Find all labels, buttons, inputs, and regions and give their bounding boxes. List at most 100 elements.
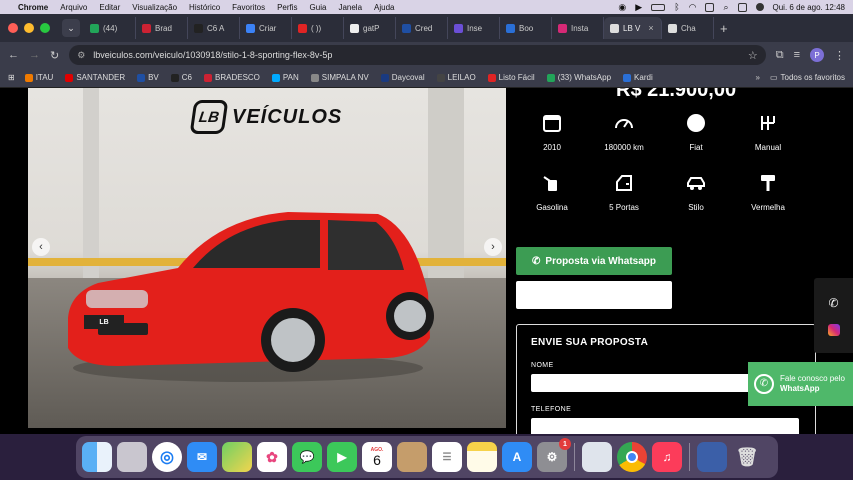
bookmark-item[interactable]: BRADESCO (204, 73, 260, 82)
whatsapp-chat-widget[interactable]: ✆ Fale conosco pelo WhatsApp (748, 362, 853, 406)
extensions-icon[interactable]: ⧉ (776, 49, 784, 62)
bookmarks-overflow-button[interactable]: » (756, 73, 760, 82)
search-icon[interactable]: ⌕ (723, 2, 728, 13)
maps-icon[interactable] (222, 442, 252, 472)
prev-photo-button[interactable]: ‹ (32, 238, 50, 256)
browser-tab[interactable]: ( )) (292, 17, 344, 39)
system-settings-icon[interactable]: ⚙ 1 (537, 438, 571, 472)
menu-ajuda[interactable]: Ajuda (374, 3, 394, 12)
photos-icon[interactable]: ✿ (257, 442, 287, 472)
menu-arquivo[interactable]: Arquivo (60, 3, 87, 12)
menu-perfis[interactable]: Perfis (277, 3, 297, 12)
preview-icon[interactable] (582, 442, 612, 472)
browser-tab[interactable]: Cred (396, 17, 448, 39)
bookmark-item[interactable]: SIMPALA NV (310, 73, 369, 82)
whatsapp-icon[interactable]: ✆ (828, 296, 838, 310)
all-bookmarks-folder[interactable]: ▭ Todos os favoritos (770, 73, 845, 82)
close-tab-icon[interactable]: × (648, 23, 653, 33)
whatsapp-proposal-button[interactable]: ✆ Proposta via Whatsapp (516, 247, 672, 275)
browser-tab[interactable]: gatP (344, 17, 396, 39)
wifi-icon[interactable]: ◠ (689, 2, 697, 13)
minimize-window-button[interactable] (24, 23, 34, 33)
browser-tab[interactable]: C6 A (188, 17, 240, 39)
safari-icon[interactable]: ◎ (152, 442, 182, 472)
spec-transmission-label: Manual (754, 143, 782, 152)
clock[interactable]: Qui. 6 de ago. 12:48 (773, 3, 846, 12)
apps-grid-icon[interactable]: ⊞ (8, 73, 15, 82)
tab-search-button[interactable]: ⌄ (62, 19, 80, 37)
url-text[interactable]: lbveiculos.com/veiculo/1030918/stilo-1-8… (93, 50, 332, 60)
maximize-window-button[interactable] (40, 23, 50, 33)
next-photo-button[interactable]: › (484, 238, 502, 256)
chevron-right-icon: › (491, 241, 495, 253)
tab-favicon-icon (90, 23, 99, 33)
bookmark-item[interactable]: Kardi (623, 73, 653, 82)
close-window-button[interactable] (8, 23, 18, 33)
secondary-button[interactable] (516, 281, 672, 309)
siri-icon[interactable] (755, 3, 764, 11)
bookmark-item[interactable]: Daycoval (380, 73, 425, 82)
reminders-icon[interactable]: ☰ (432, 442, 462, 472)
bookmark-star-icon[interactable]: ☆ (748, 49, 758, 62)
mail-icon[interactable]: ✉ (187, 442, 217, 472)
browser-tab[interactable]: Inse (448, 17, 500, 39)
browser-tab[interactable]: Criar (240, 17, 292, 39)
calendar-app-icon[interactable]: AGO. 6 (362, 442, 392, 472)
facetime-icon[interactable]: ▶ (327, 442, 357, 472)
app-store-icon[interactable]: A (502, 442, 532, 472)
bookmark-item[interactable]: BV (137, 73, 159, 82)
instagram-icon[interactable] (827, 323, 840, 336)
trash-icon[interactable]: 🗑 (732, 442, 762, 472)
license-plate: LB (84, 315, 124, 329)
menu-guia[interactable]: Guia (310, 3, 327, 12)
whatsapp-proposal-label: Proposta via Whatsapp (545, 255, 656, 267)
battery-icon[interactable] (651, 3, 666, 11)
bookmark-item[interactable]: SANTANDER (65, 73, 125, 82)
browser-tab[interactable]: (44) (84, 17, 136, 39)
browser-tab[interactable]: LB V × (604, 17, 662, 39)
bookmark-item[interactable]: (33) WhatsApp (546, 73, 611, 82)
launchpad-icon[interactable] (117, 442, 147, 472)
media-controls-icon[interactable]: ≡ (794, 49, 800, 61)
bookmark-item[interactable]: ITAU (24, 73, 53, 82)
menu-favoritos[interactable]: Favoritos (232, 3, 265, 12)
bookmark-item[interactable]: C6 (170, 73, 192, 82)
messages-icon[interactable]: 💬 (292, 442, 322, 472)
spec-doors-label: 5 Portas (609, 203, 639, 212)
bookmark-label: Listo Fácil (498, 73, 535, 82)
contacts-icon[interactable] (397, 442, 427, 472)
chrome-icon[interactable] (617, 442, 647, 472)
notes-icon[interactable] (467, 442, 497, 472)
bookmark-item[interactable]: LEILAO (436, 73, 476, 82)
new-tab-button[interactable]: + (720, 21, 728, 36)
site-info-icon[interactable]: ⚙ (77, 50, 85, 61)
bookmark-item[interactable]: Listo Fácil (487, 73, 535, 82)
phone-field[interactable] (531, 418, 799, 434)
browser-tab[interactable]: Insta (552, 17, 604, 39)
spec-model: Stilo (660, 172, 732, 212)
menu-historico[interactable]: Histórico (189, 3, 220, 12)
back-arrow-icon[interactable]: ← (8, 49, 19, 61)
downloads-folder-icon[interactable] (697, 442, 727, 472)
chevron-down-icon: ⌄ (67, 22, 75, 33)
forward-arrow-icon[interactable]: → (29, 49, 40, 61)
menu-editar[interactable]: Editar (99, 3, 120, 12)
more-menu-icon[interactable]: ⋮ (834, 49, 845, 62)
menu-chrome[interactable]: Chrome (18, 3, 48, 12)
menu-visualizacao[interactable]: Visualização (132, 3, 177, 12)
address-bar[interactable]: ⚙ lbveiculos.com/veiculo/1030918/stilo-1… (69, 45, 766, 65)
media-icon[interactable]: ▶ (635, 2, 642, 13)
bookmark-item[interactable]: PAN (271, 73, 299, 82)
music-icon[interactable]: ♫ (652, 442, 682, 472)
finder-icon[interactable] (82, 442, 112, 472)
menu-janela[interactable]: Janela (338, 3, 362, 12)
browser-tab[interactable]: Boo (500, 17, 552, 39)
record-icon[interactable]: ◉ (618, 2, 626, 13)
keyboard-layout-icon[interactable] (705, 2, 715, 12)
profile-avatar[interactable]: P (810, 48, 824, 62)
browser-tab[interactable]: Brad (136, 17, 188, 39)
reload-icon[interactable]: ↻ (50, 49, 59, 62)
control-center-icon[interactable] (737, 2, 747, 12)
browser-tab[interactable]: Cha (662, 17, 714, 39)
bluetooth-icon[interactable]: ᛒ (674, 2, 679, 12)
